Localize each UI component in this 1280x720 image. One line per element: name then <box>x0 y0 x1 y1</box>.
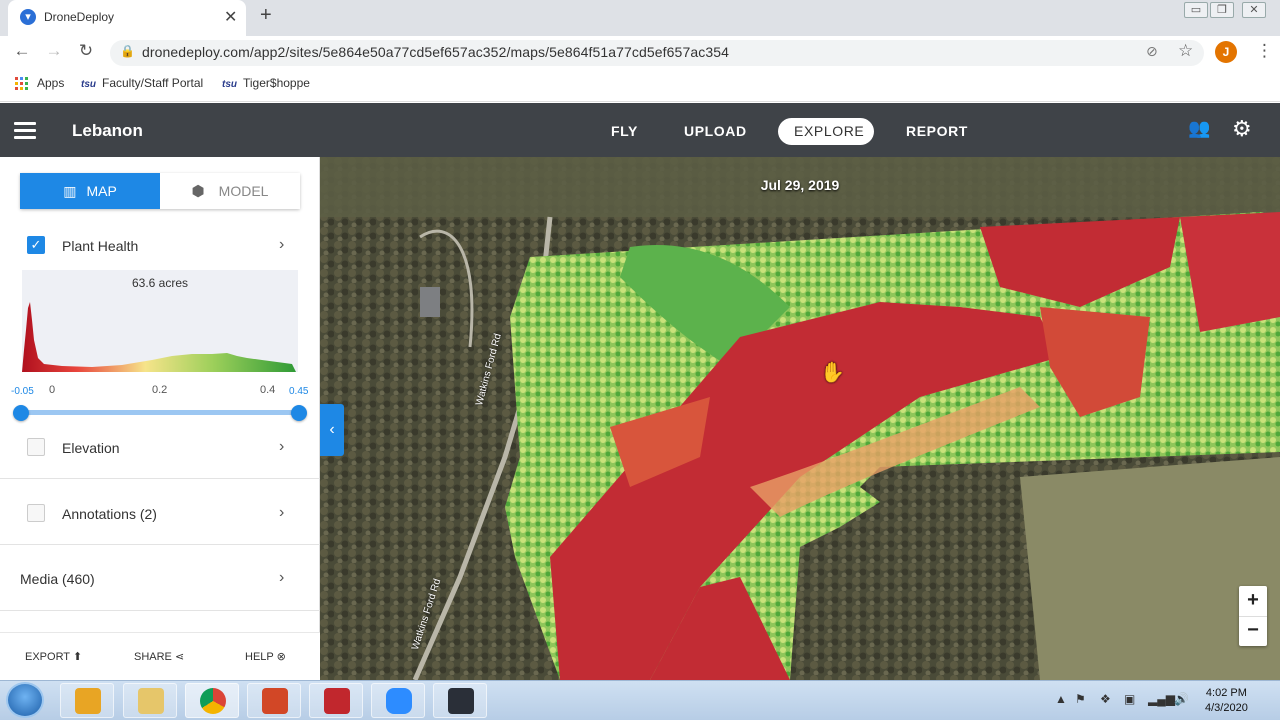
upload-arrow-icon: ⬆ <box>72 651 83 663</box>
model-view-label: MODEL <box>218 183 269 199</box>
action-center-flag-icon[interactable]: ⚑ <box>1075 692 1086 706</box>
range-slider-max-handle[interactable] <box>291 405 307 421</box>
share-label: SHARE <box>134 651 172 663</box>
map-view-button[interactable]: ▥ MAP <box>20 173 160 209</box>
dropbox-icon[interactable]: ❖ <box>1100 692 1111 706</box>
map-view-label: MAP <box>86 183 117 199</box>
restore-window-icon[interactable]: ❐ <box>1210 2 1234 18</box>
elevation-checkbox[interactable] <box>27 438 45 456</box>
browser-tab[interactable]: ▾ DroneDeploy ✕ <box>8 0 246 36</box>
explorer-taskbar-icon[interactable] <box>123 683 177 718</box>
help-button[interactable]: HELP ⊗ <box>245 650 286 663</box>
bookmark-tiger-shoppe[interactable]: tsu Tiger$hoppe <box>222 76 310 90</box>
share-icon: ⋖ <box>174 651 185 663</box>
back-icon[interactable]: ← <box>10 41 34 61</box>
range-slider-fill <box>20 410 300 415</box>
reload-icon[interactable]: ↻ <box>74 41 98 61</box>
close-window-icon[interactable]: ✕ <box>1242 2 1266 18</box>
export-label: EXPORT <box>25 651 70 663</box>
divider <box>0 478 320 479</box>
location-blocked-icon[interactable]: ⊘ <box>1146 43 1158 60</box>
media-chevron-icon[interactable]: › <box>279 569 284 587</box>
bookmark-star-icon[interactable]: ☆ <box>1178 41 1193 61</box>
elevation-label[interactable]: Elevation <box>62 440 120 456</box>
range-slider-min-handle[interactable] <box>13 405 29 421</box>
hamburger-menu-icon[interactable] <box>14 122 36 139</box>
tick-label: 0.45 <box>289 386 309 397</box>
url-text[interactable]: dronedeploy.com/app2/sites/5e864e50a77cd… <box>142 44 729 60</box>
clock-date: 4/3/2020 <box>1205 702 1248 714</box>
bookmark-label: Faculty/Staff Portal <box>102 76 204 90</box>
tab-title: DroneDeploy <box>44 10 115 24</box>
gear-icon[interactable]: ⚙ <box>1232 116 1252 142</box>
map-canvas[interactable] <box>320 157 1280 680</box>
bookmark-label: Tiger$hoppe <box>243 76 310 90</box>
system-clock[interactable]: 4:02 PM 4/3/2020 <box>1205 686 1248 716</box>
forward-icon[interactable]: → <box>42 41 66 61</box>
nav-upload[interactable]: UPLOAD <box>684 123 747 139</box>
layers-panel <box>0 157 320 680</box>
bookmark-apps[interactable]: Apps <box>37 76 64 90</box>
annotations-label[interactable]: Annotations (2) <box>62 506 157 522</box>
plant-health-label[interactable]: Plant Health <box>62 238 138 254</box>
plant-health-area: 63.6 acres <box>131 276 189 290</box>
tick-label: 0 <box>49 384 56 396</box>
browser-menu-icon[interactable]: ⋮ <box>1256 41 1273 61</box>
minimize-window-icon[interactable]: ▭ <box>1184 2 1208 18</box>
profile-avatar[interactable]: J <box>1215 41 1237 63</box>
apps-grid-icon[interactable] <box>15 77 28 90</box>
plant-health-chevron-icon[interactable]: › <box>279 236 284 254</box>
zoom-in-button[interactable]: + <box>1239 586 1267 616</box>
nav-explore[interactable]: EXPLORE <box>794 123 864 139</box>
capture-date: Jul 29, 2019 <box>760 177 840 193</box>
divider <box>0 544 320 545</box>
export-button[interactable]: EXPORT ⬆ <box>25 650 82 663</box>
close-tab-icon[interactable]: ✕ <box>224 7 237 27</box>
map-icon: ▥ <box>63 183 77 199</box>
camera-taskbar-icon[interactable] <box>433 683 487 718</box>
site-name: Lebanon <box>72 121 143 140</box>
tsu-logo-icon: tsu <box>81 79 96 90</box>
zoom-taskbar-icon[interactable] <box>371 683 425 718</box>
aerial-imagery <box>320 157 1280 680</box>
plant-health-checkbox[interactable]: ✓ <box>27 236 45 254</box>
powerpoint-taskbar-icon[interactable] <box>247 683 301 718</box>
show-hidden-icons-icon[interactable]: ▲ <box>1055 692 1067 706</box>
tick-label: 0.2 <box>152 384 168 396</box>
help-label: HELP <box>245 651 274 663</box>
outlook-taskbar-icon[interactable] <box>60 683 114 718</box>
volume-icon[interactable]: 🔊 <box>1174 692 1189 706</box>
nav-report[interactable]: REPORT <box>906 123 968 139</box>
model-view-button[interactable]: ⬢ MODEL <box>160 173 300 209</box>
chrome-taskbar-icon[interactable] <box>185 683 239 718</box>
windows-start-icon[interactable] <box>6 682 44 718</box>
add-user-icon[interactable]: 👥 <box>1188 118 1210 139</box>
divider <box>0 610 320 611</box>
clock-time: 4:02 PM <box>1205 687 1247 699</box>
media-label[interactable]: Media (460) <box>20 571 95 587</box>
bookmark-faculty-portal[interactable]: tsu Faculty/Staff Portal <box>81 76 203 90</box>
hand-cursor-icon: ✋ <box>820 362 845 384</box>
elevation-chevron-icon[interactable]: › <box>279 438 284 456</box>
tsu-logo-icon: tsu <box>222 79 237 90</box>
collapse-panel-button[interactable]: ‹ <box>320 404 344 456</box>
nav-fly[interactable]: FLY <box>611 123 638 139</box>
help-icon: ⊗ <box>276 651 286 663</box>
zoom-out-button[interactable]: − <box>1239 616 1267 646</box>
annotations-checkbox[interactable] <box>27 504 45 522</box>
lock-icon[interactable]: 🔒 <box>120 44 135 58</box>
share-button[interactable]: SHARE ⋖ <box>134 650 184 663</box>
cube-icon: ⬢ <box>191 183 205 200</box>
dronedeploy-favicon-icon: ▾ <box>20 9 36 25</box>
new-tab-button[interactable]: + <box>260 4 272 27</box>
tick-label: -0.05 <box>11 386 34 397</box>
network-icon[interactable]: ▂▄▆ <box>1148 692 1175 706</box>
tick-label: 0.4 <box>260 384 276 396</box>
device-icon[interactable]: ▣ <box>1124 692 1135 706</box>
app-header <box>0 103 1280 157</box>
annotations-chevron-icon[interactable]: › <box>279 504 284 522</box>
snipping-tool-taskbar-icon[interactable] <box>309 683 363 718</box>
